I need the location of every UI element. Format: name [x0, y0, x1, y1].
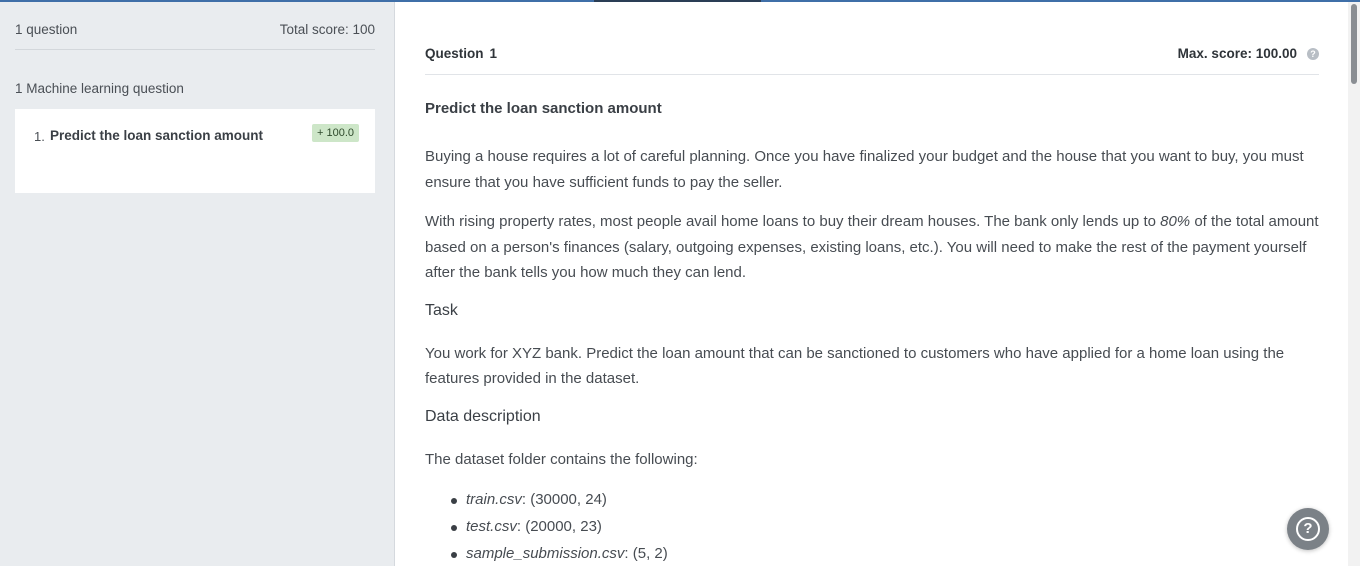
question-circle-icon[interactable]: ? [1307, 48, 1319, 60]
rates-percent: 80% [1160, 213, 1191, 230]
task-paragraph: You work for XYZ bank. Predict the loan … [425, 344, 1285, 388]
question-title: Predict the loan sanction amount [425, 100, 662, 117]
data-description-heading: Data description [425, 407, 541, 425]
file-shape: : (30000, 24) [521, 491, 607, 508]
question-body: Predict the loan sanction amount Buying … [425, 98, 1319, 566]
file-name: test.csv [466, 518, 517, 535]
top-line-active-segment [594, 0, 761, 2]
question-panel: Question 1 Max. score: 100.00 ? Predict t… [396, 0, 1348, 566]
file-name: train.csv [466, 491, 522, 508]
file-list: train.csv: (30000, 24) test.csv: (20000,… [425, 486, 1319, 566]
list-item: train.csv: (30000, 24) [425, 486, 1319, 513]
question-item-title: Predict the loan sanction amount [50, 128, 264, 143]
sidebar-summary: 1 question Total score: 100 [15, 22, 375, 50]
question-count: 1 question [15, 22, 78, 37]
data-intro: The dataset folder contains the followin… [425, 450, 698, 468]
question-item-number: 1. [34, 129, 45, 144]
scrollbar-thumb[interactable] [1351, 4, 1357, 84]
max-score: Max. score: 100.00 [1177, 46, 1297, 61]
file-shape: : (5, 2) [624, 545, 668, 562]
page-scrollbar[interactable] [1348, 0, 1360, 566]
question-label: Question 1 [425, 46, 497, 74]
file-name: sample_submission.csv [466, 545, 625, 562]
question-label-text: Question [425, 46, 484, 61]
max-score-area: Max. score: 100.00 ? [1178, 46, 1319, 74]
intro-paragraph: Buying a house requires a lot of careful… [425, 148, 1304, 191]
help-button[interactable]: ? [1287, 508, 1329, 550]
sidebar-question-item[interactable]: 1. Predict the loan sanction amount + 10… [15, 109, 375, 193]
task-heading: Task [425, 301, 458, 319]
file-shape: : (20000, 23) [516, 518, 602, 535]
help-circle-icon: ? [1296, 517, 1320, 541]
section-label: 1 Machine learning question [15, 81, 184, 96]
rates-text-before: With rising property rates, most people … [425, 213, 1161, 230]
top-progress-line [0, 0, 1360, 2]
list-item: test.csv: (20000, 23) [425, 513, 1319, 540]
rates-paragraph: With rising property rates, most people … [425, 209, 1319, 286]
question-number: 1 [489, 46, 498, 61]
question-sidebar: 1 question Total score: 100 1 Machine le… [0, 0, 395, 566]
total-score: Total score: 100 [279, 22, 375, 37]
question-header: Question 1 Max. score: 100.00 ? [425, 46, 1319, 75]
score-badge: + 100.0 [311, 124, 359, 142]
list-item: sample_submission.csv: (5, 2) [425, 540, 1319, 566]
